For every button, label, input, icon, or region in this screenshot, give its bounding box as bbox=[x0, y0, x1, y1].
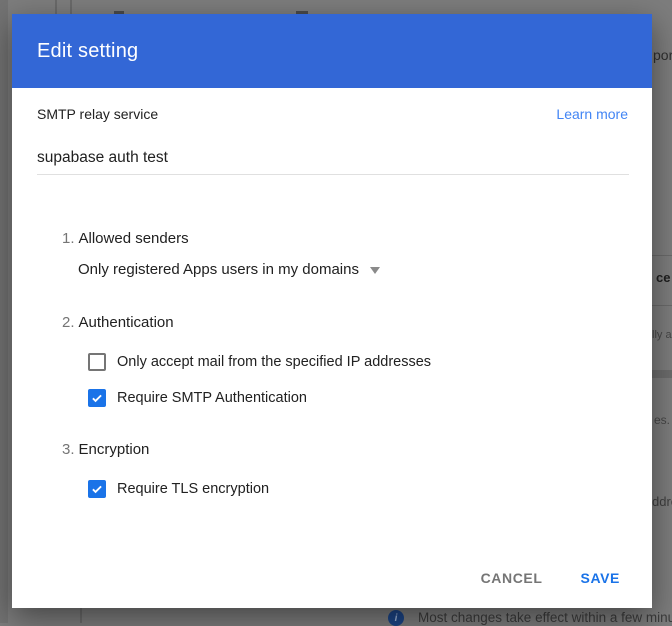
section-title: 1.Allowed senders bbox=[62, 230, 652, 247]
setting-type-label: SMTP relay service bbox=[37, 106, 158, 122]
checkbox[interactable] bbox=[88, 353, 106, 371]
backdrop-divider-band bbox=[652, 370, 672, 378]
backdrop-row-fragment: es. bbox=[654, 413, 670, 427]
section-number: 1. bbox=[62, 230, 75, 247]
checkbox-label: Only accept mail from the specified IP a… bbox=[117, 354, 431, 370]
section-title-text: Authentication bbox=[79, 314, 174, 331]
section-title-text: Encryption bbox=[79, 441, 150, 458]
save-button[interactable]: SAVE bbox=[573, 562, 629, 594]
backdrop-left-band bbox=[0, 0, 8, 623]
checkbox-row-smtp-auth[interactable]: Require SMTP Authentication bbox=[88, 389, 652, 407]
backdrop-table-line bbox=[80, 608, 82, 623]
dropdown-selected-value: Only registered Apps users in my domains bbox=[78, 261, 359, 278]
checkbox-label: Require SMTP Authentication bbox=[117, 390, 307, 406]
check-icon bbox=[90, 482, 104, 496]
dialog-title: Edit setting bbox=[37, 40, 138, 63]
allowed-senders-dropdown[interactable]: Only registered Apps users in my domains bbox=[78, 261, 380, 278]
info-icon: i bbox=[388, 610, 404, 626]
cancel-button[interactable]: CANCEL bbox=[473, 562, 551, 594]
backdrop-table-border bbox=[652, 255, 672, 256]
section-title: 2.Authentication bbox=[62, 314, 652, 331]
section-number: 2. bbox=[62, 314, 75, 331]
learn-more-link[interactable]: Learn more bbox=[556, 106, 628, 122]
backdrop-row-fragment: lly a bbox=[652, 329, 672, 341]
dialog-body: SMTP relay service Learn more 1.Allowed … bbox=[12, 88, 652, 608]
section-allowed-senders: 1.Allowed senders Only registered Apps u… bbox=[62, 230, 652, 279]
section-title: 3.Encryption bbox=[62, 441, 652, 458]
backdrop-table-line bbox=[55, 0, 57, 14]
section-encryption: 3.Encryption Require TLS encryption bbox=[62, 441, 652, 498]
backdrop-header-fragment: ce bbox=[656, 270, 670, 285]
checkbox[interactable] bbox=[88, 480, 106, 498]
chevron-down-icon bbox=[370, 267, 380, 274]
backdrop-support-fragment: port bbox=[653, 47, 672, 63]
dialog-actions: CANCEL SAVE bbox=[473, 562, 628, 594]
checkbox-label: Require TLS encryption bbox=[117, 481, 269, 497]
checkbox-row-ip-addresses[interactable]: Only accept mail from the specified IP a… bbox=[88, 353, 652, 371]
dialog-header: Edit setting bbox=[12, 14, 652, 88]
checkbox-row-tls[interactable]: Require TLS encryption bbox=[88, 480, 652, 498]
backdrop-row-fragment: ddre bbox=[652, 494, 672, 509]
edit-setting-dialog: Edit setting SMTP relay service Learn mo… bbox=[12, 14, 652, 608]
backdrop-table-border bbox=[652, 305, 672, 306]
section-authentication: 2.Authentication Only accept mail from t… bbox=[62, 314, 652, 407]
checkbox[interactable] bbox=[88, 389, 106, 407]
section-number: 3. bbox=[62, 441, 75, 458]
setting-name-row: SMTP relay service Learn more bbox=[12, 88, 652, 122]
section-title-text: Allowed senders bbox=[79, 230, 189, 247]
setting-name-input[interactable] bbox=[37, 149, 629, 175]
backdrop-table-line bbox=[70, 0, 72, 14]
check-icon bbox=[90, 391, 104, 405]
